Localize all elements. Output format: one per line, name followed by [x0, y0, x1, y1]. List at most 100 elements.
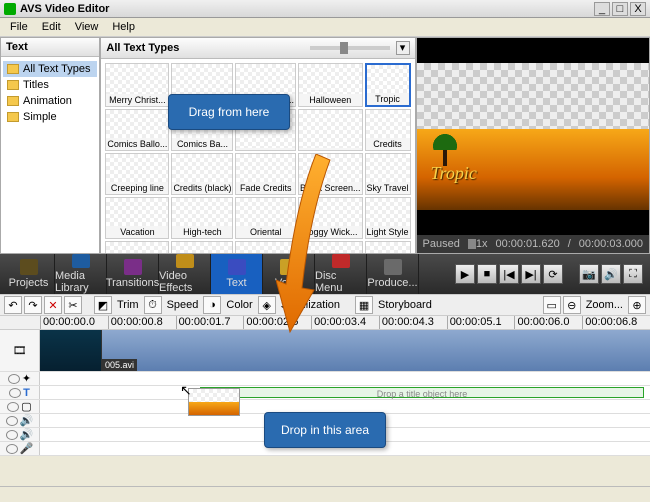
fx-track-head[interactable]: ✦	[0, 372, 40, 385]
minimize-button[interactable]: _	[594, 2, 610, 16]
zoom-in-button[interactable]: ⊕	[628, 296, 646, 314]
eye-icon[interactable]	[7, 402, 19, 412]
overlay-track-head[interactable]: ▢	[0, 400, 40, 413]
close-button[interactable]: X	[630, 2, 646, 16]
audio1-track-head[interactable]: 🔊	[0, 414, 40, 427]
thumb-preview	[236, 154, 295, 182]
zoom-fit-button[interactable]: ▭	[543, 296, 561, 314]
ruler-tick: 00:00:04.3	[379, 316, 447, 329]
thumb-item[interactable]: Text	[171, 241, 233, 253]
thumb-item[interactable]: Text	[365, 241, 411, 253]
loop-button[interactable]: ⟳	[543, 264, 563, 284]
trim-icon[interactable]: ◩	[94, 296, 112, 314]
audio2-track-head[interactable]: 🔊	[0, 428, 40, 441]
eye-icon[interactable]	[6, 430, 18, 440]
menu-edit[interactable]: Edit	[36, 20, 67, 34]
stabilization-icon[interactable]: ◈	[258, 296, 276, 314]
menu-help[interactable]: Help	[106, 20, 141, 34]
audio3-track-head[interactable]: 🎤	[0, 442, 40, 455]
thumb-item[interactable]: Light Style	[365, 197, 411, 239]
thumb-caption: Creeping line	[106, 182, 168, 194]
stabilization-label[interactable]: Stabilization	[278, 299, 343, 311]
toolbar-media-library[interactable]: Media Library	[55, 254, 107, 294]
video-clip[interactable]: 005.avi	[40, 330, 650, 371]
thumb-item[interactable]: Vacation	[105, 197, 169, 239]
video-track[interactable]: 005.avi	[40, 330, 650, 371]
color-label[interactable]: Color	[223, 299, 255, 311]
sidebar-item-simple[interactable]: Simple	[3, 109, 97, 125]
speed-icon[interactable]: ⏱	[144, 296, 162, 314]
speed-label[interactable]: Speed	[164, 299, 202, 311]
thumb-item[interactable]	[298, 109, 363, 151]
mouse-cursor-icon: ↖	[180, 382, 192, 399]
sidebar-item-animation[interactable]: Animation	[3, 93, 97, 109]
thumb-item[interactable]: Oriental	[235, 197, 296, 239]
play-button[interactable]: ▶	[455, 264, 475, 284]
zoom-out-button[interactable]: ⊖	[563, 296, 581, 314]
zoom-label[interactable]: Zoom...	[583, 299, 626, 311]
trim-label[interactable]: Trim	[114, 299, 142, 311]
toolbar-disc-menu[interactable]: Disc Menu	[315, 254, 367, 294]
maximize-button[interactable]: □	[612, 2, 628, 16]
thumb-item[interactable]: Credits (black)	[171, 153, 233, 195]
eye-icon[interactable]	[6, 416, 18, 426]
snapshot-button[interactable]: 📷	[579, 264, 599, 284]
folder-icon	[7, 64, 19, 74]
fullscreen-button[interactable]: ⛶	[623, 264, 643, 284]
stop-button[interactable]: ■	[477, 264, 497, 284]
thumb-item[interactable]: Halloween	[298, 63, 363, 107]
thumb-item[interactable]: Sky Travel	[365, 153, 411, 195]
title-drop-zone[interactable]: Drop a title object here	[200, 387, 644, 398]
sidebar-item-titles[interactable]: Titles	[3, 77, 97, 93]
prev-frame-button[interactable]: |◀	[499, 264, 519, 284]
thumb-item[interactable]: Comics Ballo...	[105, 109, 169, 151]
menu-view[interactable]: View	[69, 20, 105, 34]
ruler-tick: 00:00:00.8	[108, 316, 176, 329]
preview-canvas: Tropic	[417, 38, 649, 235]
toolbar-transitions[interactable]: Transitions	[107, 254, 159, 294]
sidebar-item-all-text-types[interactable]: All Text Types	[3, 61, 97, 77]
title-track[interactable]: Drop a title object here	[40, 386, 650, 399]
thumbnail-size-slider[interactable]	[310, 46, 390, 50]
eye-icon[interactable]	[6, 444, 18, 454]
toolbar-text[interactable]: Text	[211, 254, 263, 294]
time-ruler[interactable]: 00:00:00.000:00:00.800:00:01.700:00:02.5…	[0, 316, 650, 330]
menu-file[interactable]: File	[4, 20, 34, 34]
thumb-item[interactable]: Tropic	[365, 63, 411, 107]
thumb-item[interactable]: Credits	[365, 109, 411, 151]
thumb-item[interactable]: Foggy Wick...	[298, 197, 363, 239]
toolbar-projects[interactable]: Projects	[3, 254, 55, 294]
split-button[interactable]: ✂	[64, 296, 82, 314]
thumb-item[interactable]: Text	[235, 241, 296, 253]
toolbar-produce-[interactable]: Produce...	[367, 254, 419, 294]
eye-icon[interactable]	[9, 388, 21, 398]
redo-button[interactable]: ↷	[24, 296, 42, 314]
thumb-item[interactable]: Creeping line	[105, 153, 169, 195]
next-frame-button[interactable]: ▶|	[521, 264, 541, 284]
thumb-item[interactable]: Merry Christ...	[105, 63, 169, 107]
thumb-preview	[299, 242, 362, 253]
thumb-item[interactable]: High-tech	[171, 197, 233, 239]
storyboard-label[interactable]: Storyboard	[375, 299, 435, 311]
volume-button[interactable]: 🔊	[601, 264, 621, 284]
clip-thumbnail	[40, 330, 102, 371]
storyboard-icon[interactable]: ▦	[355, 296, 373, 314]
thumb-item[interactable]: Text	[298, 241, 363, 253]
menubar: File Edit View Help	[0, 18, 650, 36]
eye-icon[interactable]	[8, 374, 20, 384]
color-icon[interactable]: ◑	[203, 296, 221, 314]
toolbar-video-effects[interactable]: Video Effects	[159, 254, 211, 294]
title-track-head[interactable]: T	[0, 386, 40, 399]
fx-track[interactable]	[40, 372, 650, 385]
thumb-preview	[299, 198, 362, 226]
thumb-item[interactable]: Fade Credits	[235, 153, 296, 195]
callout-drop: Drop in this area	[264, 412, 386, 448]
view-options-button[interactable]: ▾	[396, 41, 410, 55]
thumb-item[interactable]: Black Screen...	[298, 153, 363, 195]
delete-button[interactable]: ✕	[44, 296, 62, 314]
thumb-caption: Credits	[366, 138, 410, 150]
undo-button[interactable]: ↶	[4, 296, 22, 314]
toolbar-voice[interactable]: Voice	[263, 254, 315, 294]
video-track-head[interactable]: 🎞	[0, 330, 40, 371]
thumb-item[interactable]	[105, 241, 169, 253]
